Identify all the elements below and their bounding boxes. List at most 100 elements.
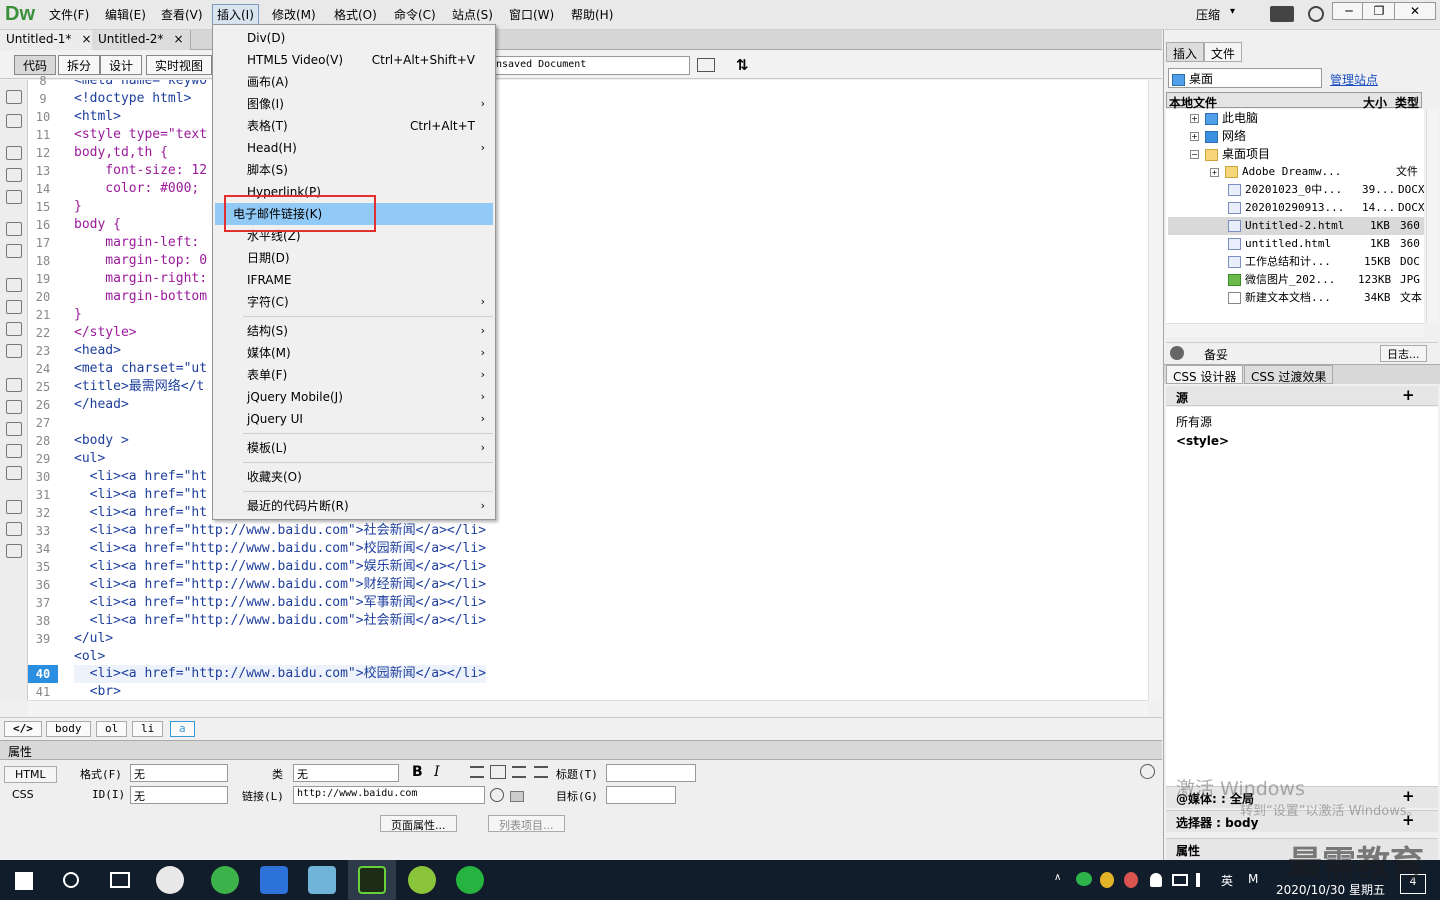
collapse-icon[interactable]: −: [1190, 150, 1199, 159]
menu-window[interactable]: 窗口(W): [509, 6, 554, 23]
menu-item-image[interactable]: 图像(I) ›: [215, 93, 493, 115]
menu-help[interactable]: 帮助(H): [571, 6, 613, 23]
file-management-icon[interactable]: [697, 58, 715, 72]
add-source-icon[interactable]: +: [1402, 386, 1415, 404]
source-style[interactable]: <style>: [1176, 434, 1229, 448]
file-row[interactable]: 202010290913... 14... DOCX: [1168, 199, 1424, 217]
workspace-dropdown-icon[interactable]: ▾: [1230, 6, 1235, 17]
auto-indent-icon[interactable]: [6, 344, 22, 358]
gear-icon[interactable]: [1270, 6, 1294, 22]
help-icon[interactable]: [1308, 6, 1324, 22]
menu-item-div[interactable]: Div(D): [215, 27, 493, 49]
html-mode-button[interactable]: HTML: [4, 766, 57, 783]
menu-item-script[interactable]: 脚本(S): [215, 159, 493, 181]
close-icon[interactable]: ×: [81, 32, 91, 46]
menu-item-favorites[interactable]: 收藏夹(O): [215, 466, 493, 488]
restore-button[interactable]: ❐: [1362, 2, 1396, 20]
collapse-selection-icon[interactable]: [6, 168, 22, 182]
menu-item-form[interactable]: 表单(F) ›: [215, 364, 493, 386]
unordered-list-icon[interactable]: [470, 766, 484, 778]
connect-icon[interactable]: [1170, 346, 1184, 360]
wechat-tray-icon[interactable]: [1076, 872, 1092, 886]
page-properties-button[interactable]: 页面属性...: [380, 815, 457, 832]
properties-panel-title[interactable]: 属性: [0, 740, 1162, 760]
menu-item-canvas[interactable]: 画布(A): [215, 71, 493, 93]
link-input[interactable]: http://www.baidu.com: [293, 786, 485, 804]
point-to-file-icon[interactable]: [490, 788, 504, 802]
file-row[interactable]: 新建文本文档... 34KB 文本: [1168, 289, 1424, 307]
menu-item-date[interactable]: 日期(D): [215, 247, 493, 269]
show-code-navigator-icon[interactable]: [6, 114, 22, 128]
app-green-icon[interactable]: [408, 866, 436, 894]
menu-item-head[interactable]: Head(H) ›: [215, 137, 493, 159]
file-row[interactable]: 微信图片_202... 123KB JPG: [1168, 271, 1424, 289]
code-vertical-scrollbar[interactable]: [1148, 80, 1162, 700]
menu-item-structure[interactable]: 结构(S) ›: [215, 320, 493, 342]
file-row[interactable]: − 桌面项目: [1168, 145, 1424, 163]
file-row-selected[interactable]: Untitled-2.html 1KB 360: [1168, 217, 1424, 235]
indent-code-icon[interactable]: [6, 500, 22, 514]
browser-360-icon[interactable]: [211, 866, 239, 894]
tag-a[interactable]: a: [170, 721, 195, 737]
wechat-icon[interactable]: [456, 866, 484, 894]
expand-icon[interactable]: +: [1190, 132, 1199, 141]
title-input[interactable]: [606, 764, 696, 782]
volume-icon[interactable]: [1196, 873, 1210, 887]
qq-tray-icon-2[interactable]: [1124, 872, 1138, 888]
menu-view[interactable]: 查看(V): [161, 6, 203, 23]
tag-li[interactable]: li: [132, 721, 164, 737]
format-select[interactable]: 无: [130, 764, 228, 782]
remove-comment-icon[interactable]: [6, 400, 22, 414]
sort-icon[interactable]: ⇅: [736, 56, 749, 74]
syntax-coloring-icon[interactable]: [6, 322, 22, 336]
document-title-input[interactable]: nsaved Document: [492, 56, 690, 75]
network-tray-icon[interactable]: [1172, 874, 1188, 886]
menu-item-jquery-mobile[interactable]: jQuery Mobile(J) ›: [215, 386, 493, 408]
ordered-list-icon[interactable]: [490, 765, 506, 779]
open-documents-icon[interactable]: [6, 90, 22, 104]
menu-insert[interactable]: 插入(I): [212, 4, 259, 25]
list-item-button[interactable]: 列表项目...: [488, 815, 565, 832]
menu-edit[interactable]: 编辑(E): [105, 6, 146, 23]
tray-chevron-icon[interactable]: ∧: [1054, 872, 1061, 883]
id-select[interactable]: 无: [130, 786, 228, 804]
ime-language[interactable]: 英: [1221, 872, 1233, 889]
menu-modify[interactable]: 修改(M): [272, 6, 316, 23]
search-icon[interactable]: [63, 872, 79, 888]
collapse-full-tag-icon[interactable]: [6, 146, 22, 160]
file-row[interactable]: 工作总结和计... 15KB DOC: [1168, 253, 1424, 271]
file-row[interactable]: + 此电脑: [1168, 109, 1424, 127]
indent-icon[interactable]: [534, 766, 548, 778]
tab-css-transitions[interactable]: CSS 过渡效果: [1244, 365, 1334, 384]
menu-commands[interactable]: 命令(C): [394, 6, 436, 23]
menu-item-jquery-ui[interactable]: jQuery UI ›: [215, 408, 493, 430]
expand-icon[interactable]: +: [1190, 114, 1199, 123]
notification-bell-icon[interactable]: [1150, 873, 1162, 887]
menu-format[interactable]: 格式(O): [334, 6, 377, 23]
source-all[interactable]: 所有源: [1176, 413, 1212, 430]
close-button[interactable]: ✕: [1394, 2, 1436, 20]
help-icon[interactable]: [1140, 764, 1155, 779]
menu-item-template[interactable]: 模板(L) ›: [215, 437, 493, 459]
menu-item-table[interactable]: 表格(T) Ctrl+Alt+T: [215, 115, 493, 137]
file-row[interactable]: + 网络: [1168, 127, 1424, 145]
bold-icon[interactable]: B: [412, 764, 423, 780]
windows-start-icon[interactable]: [15, 872, 33, 890]
line-numbers-icon[interactable]: [6, 278, 22, 292]
tab-files[interactable]: 文件: [1204, 42, 1243, 62]
highlight-invalid-code-icon[interactable]: [6, 300, 22, 314]
close-icon[interactable]: ×: [173, 32, 183, 46]
ime-mode[interactable]: M: [1248, 872, 1258, 886]
menu-item-character[interactable]: 字符(C) ›: [215, 291, 493, 313]
manage-sites-link[interactable]: 管理站点: [1330, 71, 1378, 88]
files-horizontal-scrollbar[interactable]: [1166, 323, 1424, 337]
workspace-compress[interactable]: 压缩: [1196, 6, 1220, 23]
notepad-icon[interactable]: [308, 866, 336, 894]
outdent-code-icon[interactable]: [6, 522, 22, 536]
menu-item-media[interactable]: 媒体(M) ›: [215, 342, 493, 364]
location-select[interactable]: 桌面: [1168, 68, 1322, 88]
format-source-icon[interactable]: [6, 544, 22, 558]
tag-body[interactable]: body: [46, 721, 91, 737]
file-row[interactable]: untitled.html 1KB 360: [1168, 235, 1424, 253]
log-button[interactable]: 日志...: [1380, 345, 1427, 362]
